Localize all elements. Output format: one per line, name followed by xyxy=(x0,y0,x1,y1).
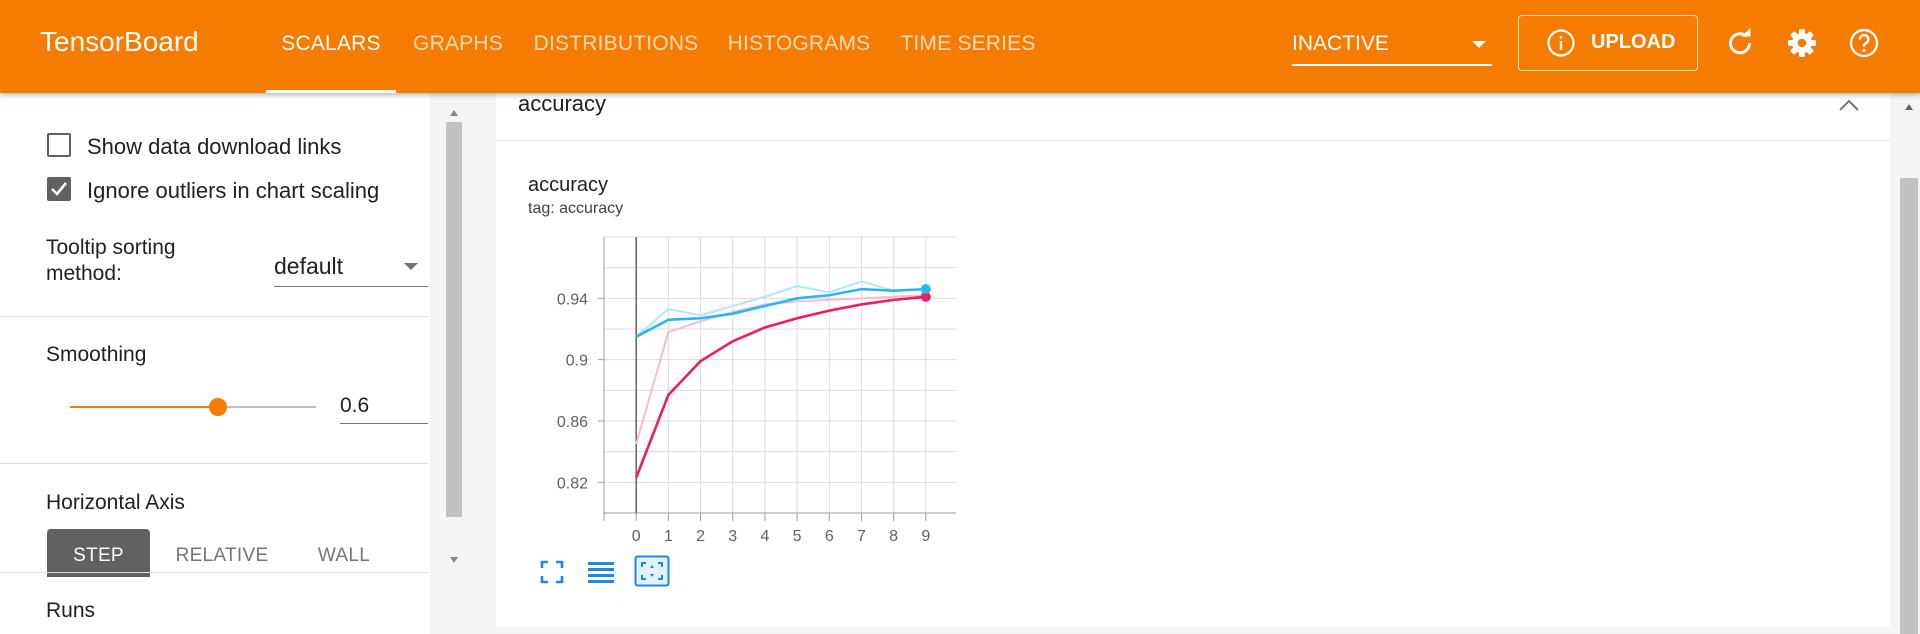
tab-label: TIME SERIES xyxy=(900,32,1036,55)
tooltip-sorting-value: default xyxy=(274,253,344,279)
x-tick-label: 1 xyxy=(664,528,673,545)
smoothing-input[interactable]: 0.6 xyxy=(340,389,428,424)
tooltip-sorting-label-line: Tooltip sorting xyxy=(46,236,176,259)
x-tick-label: 4 xyxy=(760,528,769,545)
settings-icon[interactable] xyxy=(1786,27,1818,64)
chevron-down-icon xyxy=(1472,41,1486,48)
accuracy-chart[interactable]: 0 1 2 3 4 5 6 7 8 9 0.82 0.86 0.9 0.94 xyxy=(526,231,956,551)
series-smoothed-line xyxy=(634,295,926,479)
smoothing-slider[interactable] xyxy=(70,398,316,416)
divider xyxy=(0,463,428,464)
fit-domain-icon[interactable] xyxy=(634,555,670,592)
category-title: accuracy xyxy=(518,91,607,116)
app-title: TensorBoard xyxy=(40,26,199,57)
sidebar: Show data download links Ignore outliers… xyxy=(0,93,430,634)
active-tab-indicator xyxy=(266,90,396,93)
divider xyxy=(0,572,428,573)
x-tick-label: 3 xyxy=(728,528,737,545)
chart-tag: tag: accuracy xyxy=(528,200,624,217)
tooltip-sorting-select[interactable]: default xyxy=(274,248,428,287)
checkmark-icon xyxy=(51,182,68,196)
horizontal-axis-label: Horizontal Axis xyxy=(46,491,185,514)
toggle-log-scale-icon[interactable] xyxy=(586,558,616,591)
scroll-up-icon[interactable] xyxy=(450,110,458,116)
tooltip-sorting-label-line: method: xyxy=(46,262,122,285)
tab-scalars[interactable]: SCALARS xyxy=(266,0,396,93)
tab-label: HISTOGRAMS xyxy=(727,32,871,55)
tooltip-sorting-label: Tooltip sorting method: xyxy=(46,235,176,287)
tab-time-series[interactable]: TIME SERIES xyxy=(898,0,1038,93)
y-tick-label: 0.94 xyxy=(557,291,588,308)
runs-label: Runs xyxy=(46,599,96,622)
fullscreen-icon[interactable] xyxy=(538,558,566,591)
main-scrollbar-thumb[interactable] xyxy=(1900,178,1918,634)
info-icon xyxy=(1546,28,1576,64)
axis-wall-button[interactable]: WALL xyxy=(294,529,394,577)
x-tick-label: 5 xyxy=(793,528,802,545)
divider xyxy=(0,316,428,317)
show-download-links-label: Show data download links xyxy=(87,134,342,159)
tab-label: GRAPHS xyxy=(413,32,503,55)
run-status-value: INACTIVE xyxy=(1292,32,1389,55)
series-smoothed-line xyxy=(635,287,926,338)
scalar-chart-card: accuracy tag: accuracy 0 1 2 3 4 5 6 7 8 9 0.82 0.8… xyxy=(496,141,1890,627)
smoothing-slider-fill xyxy=(70,406,218,408)
tab-graphs[interactable]: GRAPHS xyxy=(410,0,506,93)
x-tick-label: 8 xyxy=(889,528,898,545)
axis-relative-button[interactable]: RELATIVE xyxy=(164,529,280,577)
tab-histograms[interactable]: HISTOGRAMS xyxy=(726,0,872,93)
sidebar-scrollbar-thumb[interactable] xyxy=(446,122,462,517)
y-tick-label: 0.82 xyxy=(557,475,588,492)
run-status-select[interactable]: INACTIVE xyxy=(1292,26,1492,66)
scroll-up-icon[interactable] xyxy=(1905,104,1913,110)
axis-step-button[interactable]: STEP xyxy=(47,529,150,577)
x-tick-label: 6 xyxy=(825,528,834,545)
scroll-down-icon[interactable] xyxy=(450,557,458,563)
tab-label: DISTRIBUTIONS xyxy=(533,32,699,55)
series-raw-line xyxy=(635,294,926,445)
ignore-outliers-checkbox[interactable] xyxy=(47,177,71,201)
x-tick-label: 9 xyxy=(921,528,930,545)
tab-distributions[interactable]: DISTRIBUTIONS xyxy=(532,0,700,93)
x-tick-label: 0 xyxy=(632,528,641,545)
y-tick-label: 0.9 xyxy=(566,353,588,370)
smoothing-label: Smoothing xyxy=(46,343,147,366)
top-bar: TensorBoard SCALARS GRAPHS DISTRIBUTIONS… xyxy=(0,0,1920,93)
x-tick-label: 7 xyxy=(857,528,866,545)
chevron-up-icon[interactable] xyxy=(1838,98,1860,117)
show-download-links-checkbox[interactable] xyxy=(47,133,71,157)
smoothing-slider-knob[interactable] xyxy=(208,398,227,416)
tab-label: SCALARS xyxy=(281,32,381,55)
x-tick-label: 2 xyxy=(696,528,705,545)
y-tick-label: 0.86 xyxy=(557,414,588,431)
chart-title: accuracy xyxy=(528,174,609,196)
series-end-point xyxy=(920,284,931,295)
upload-label: UPLOAD xyxy=(1591,31,1676,53)
refresh-icon[interactable] xyxy=(1724,27,1756,64)
chevron-down-icon xyxy=(404,263,418,270)
ignore-outliers-label: Ignore outliers in chart scaling xyxy=(87,178,380,203)
help-icon[interactable] xyxy=(1848,27,1880,64)
upload-button[interactable]: UPLOAD xyxy=(1518,15,1698,71)
